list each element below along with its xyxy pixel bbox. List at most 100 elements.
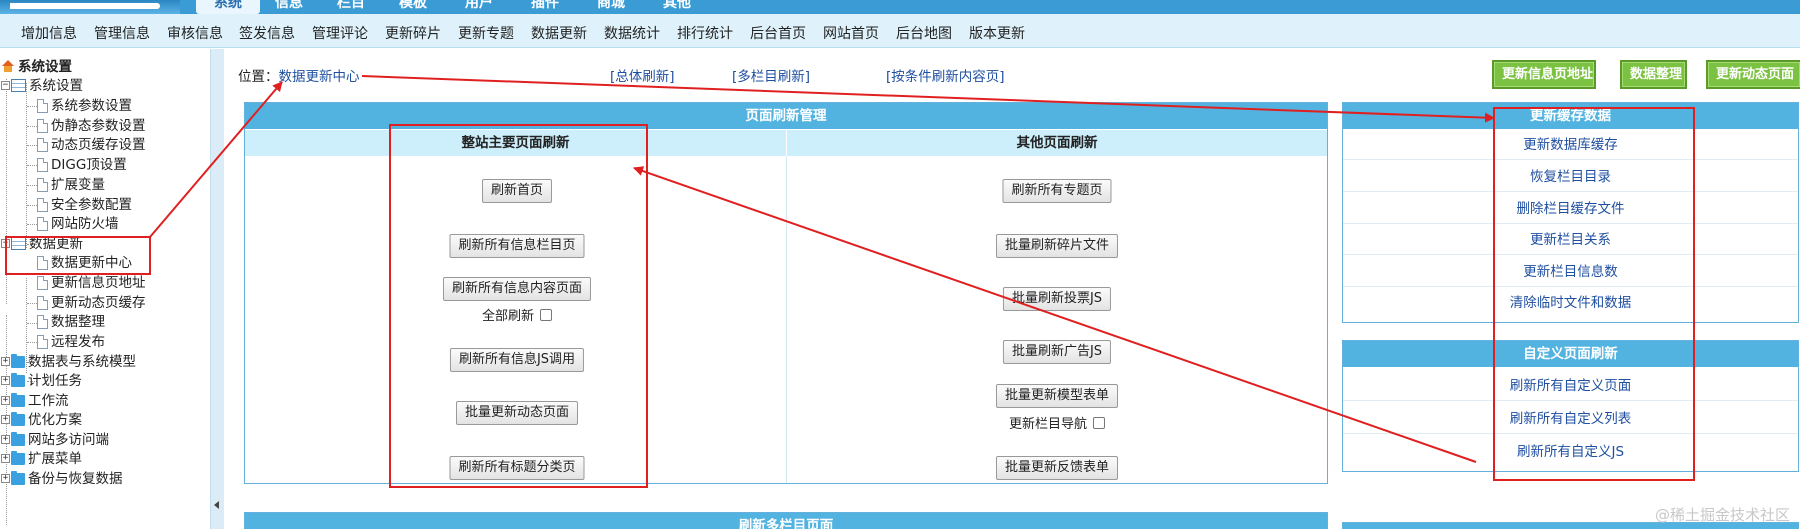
batch-refresh-ad-js-button[interactable]: 批量刷新广告JS	[1002, 340, 1112, 364]
refresh-all-content-button[interactable]: 刷新所有信息内容页面	[442, 277, 592, 301]
page-refresh-panel-title: 页面刷新管理	[245, 103, 1327, 129]
tab-plugin[interactable]: 插件	[522, 0, 568, 14]
breadcrumb-current[interactable]: 数据更新中心	[279, 69, 360, 85]
tree-item-data-update-center[interactable]: 数据更新中心	[37, 254, 132, 272]
expand-icon[interactable]: +	[1, 435, 10, 444]
batch-update-dynamic-button[interactable]: 批量更新动态页面	[455, 401, 579, 425]
cache-item-column-relations[interactable]: 更新栏目关系	[1343, 225, 1798, 255]
batch-refresh-vote-js-button[interactable]: 批量刷新投票JS	[1002, 287, 1112, 311]
tree-item-remote-publish[interactable]: 远程发布	[37, 333, 105, 351]
tree-folder-schedule[interactable]: + 计划任务	[1, 372, 82, 390]
page-icon	[37, 217, 48, 231]
tree-item-update-dynamic-cache[interactable]: 更新动态页缓存	[37, 294, 146, 312]
tree-folder-tables[interactable]: + 数据表与系统模型	[1, 353, 136, 371]
nav-manage-comments[interactable]: 管理评论	[312, 23, 368, 43]
folder-icon	[11, 451, 25, 465]
page-icon	[37, 138, 48, 152]
batch-update-feedback-button[interactable]: 批量更新反馈表单	[995, 456, 1119, 480]
expand-icon[interactable]: +	[1, 454, 10, 463]
page-icon	[37, 198, 48, 212]
checkbox[interactable]	[540, 309, 553, 321]
nav-sign-info[interactable]: 签发信息	[239, 23, 295, 43]
custom-refresh-js[interactable]: 刷新所有自定义JS	[1343, 437, 1798, 467]
nav-add-info[interactable]: 增加信息	[21, 23, 77, 43]
expand-icon[interactable]: +	[1, 376, 10, 385]
cache-item-column-counts[interactable]: 更新栏目信息数	[1343, 257, 1798, 287]
nav-admin-map[interactable]: 后台地图	[896, 23, 952, 43]
nav-manage-info[interactable]: 管理信息	[94, 23, 150, 43]
nav-review-info[interactable]: 审核信息	[167, 23, 223, 43]
cache-item-delete-column-cache[interactable]: 删除栏目缓存文件	[1343, 194, 1798, 224]
folder-icon	[11, 373, 25, 387]
data-cleanup-button[interactable]: 数据整理	[1620, 60, 1687, 89]
folder-icon	[11, 412, 25, 426]
custom-refresh-pages[interactable]: 刷新所有自定义页面	[1343, 371, 1798, 401]
tree-item-extend-vars[interactable]: 扩展变量	[37, 176, 105, 194]
expand-icon[interactable]: +	[1, 396, 10, 405]
nav-update-topics[interactable]: 更新专题	[458, 23, 514, 43]
custom-refresh-lists[interactable]: 刷新所有自定义列表	[1343, 404, 1798, 434]
tree-item-security[interactable]: 安全参数配置	[37, 196, 132, 214]
tab-template[interactable]: 模板	[390, 0, 436, 14]
cache-item-restore-dirs[interactable]: 恢复栏目目录	[1343, 162, 1798, 192]
nav-update-fragments[interactable]: 更新碎片	[385, 23, 441, 43]
tree-item-update-info-url[interactable]: 更新信息页地址	[37, 274, 146, 292]
batch-update-model-form-button[interactable]: 批量更新模型表单	[995, 384, 1119, 408]
nav-version-update[interactable]: 版本更新	[969, 23, 1025, 43]
update-info-url-button[interactable]: 更新信息页地址	[1492, 60, 1596, 89]
tree-item-firewall[interactable]: 网站防火墙	[37, 215, 119, 233]
refresh-home-button[interactable]: 刷新首页	[481, 179, 553, 203]
tree-group-system-settings[interactable]: − 系统设置	[1, 77, 83, 95]
update-column-nav-checkbox[interactable]: 更新栏目导航	[1009, 413, 1106, 432]
refresh-all-js-button[interactable]: 刷新所有信息JS调用	[449, 348, 585, 372]
page-refresh-panel: 页面刷新管理 整站主要页面刷新 其他页面刷新 刷新首页 刷新所有信息栏目页 刷新…	[244, 102, 1328, 484]
nav-rank-stats[interactable]: 排行统计	[677, 23, 733, 43]
sidebar-splitter[interactable]	[210, 49, 224, 529]
nav-data-update[interactable]: 数据更新	[531, 23, 587, 43]
tree-item-rewrite-params[interactable]: 伪静态参数设置	[37, 117, 146, 135]
collapse-arrow-icon[interactable]	[214, 501, 219, 509]
refresh-all-columns-button[interactable]: 刷新所有信息栏目页	[449, 234, 585, 258]
expand-icon[interactable]: +	[1, 357, 10, 366]
refresh-title-category-button[interactable]: 刷新所有标题分类页	[449, 456, 585, 480]
expand-icon[interactable]: +	[1, 415, 10, 424]
tree-folder-workflow[interactable]: + 工作流	[1, 392, 69, 410]
folder-icon	[11, 471, 25, 485]
tab-info[interactable]: 信息	[266, 0, 312, 14]
tab-other[interactable]: 其他	[654, 0, 700, 14]
expand-icon[interactable]: +	[1, 474, 10, 483]
tree-item-digg[interactable]: DIGG顶设置	[37, 156, 127, 174]
tab-system[interactable]: 系统	[196, 0, 260, 14]
page-icon	[37, 315, 48, 329]
refresh-all-checkbox[interactable]: 全部刷新	[482, 305, 553, 324]
page-icon	[37, 119, 48, 133]
tree-group-data-update[interactable]: − 数据更新	[1, 235, 83, 253]
tree-folder-optimize[interactable]: + 优化方案	[1, 411, 82, 429]
refresh-all-topics-button[interactable]: 刷新所有专题页	[1002, 179, 1112, 203]
cache-item-clear-temp[interactable]: 清除临时文件和数据	[1343, 288, 1798, 318]
nav-data-stats[interactable]: 数据统计	[604, 23, 660, 43]
folder-icon	[11, 432, 25, 446]
batch-refresh-fragments-button[interactable]: 批量刷新碎片文件	[995, 234, 1119, 258]
tab-column[interactable]: 栏目	[328, 0, 374, 14]
update-dynamic-pages-button[interactable]: 更新动态页面	[1706, 60, 1800, 89]
cache-item-db[interactable]: 更新数据库缓存	[1343, 130, 1798, 160]
checkbox[interactable]	[1093, 417, 1106, 429]
link-multi-column-refresh[interactable]: [多栏目刷新]	[732, 65, 810, 85]
tree-folder-backup[interactable]: + 备份与恢复数据	[1, 470, 123, 488]
tree-item-system-params[interactable]: 系统参数设置	[37, 97, 132, 115]
tree-item-dynamic-cache[interactable]: 动态页缓存设置	[37, 136, 146, 154]
tree-item-data-cleanup[interactable]: 数据整理	[37, 313, 105, 331]
tab-user[interactable]: 用户	[456, 0, 502, 14]
collapse-icon[interactable]: −	[1, 81, 10, 90]
tree-folder-extend-menu[interactable]: + 扩展菜单	[1, 450, 82, 468]
tree-folder-multi-access[interactable]: + 网站多访问端	[1, 431, 109, 449]
page-icon	[37, 335, 48, 349]
link-conditional-refresh[interactable]: [按条件刷新内容页]	[886, 65, 1005, 85]
nav-admin-home[interactable]: 后台首页	[750, 23, 806, 43]
tree-root[interactable]: 系统设置	[1, 58, 72, 76]
link-overall-refresh[interactable]: [总体刷新]	[610, 65, 675, 85]
tab-shop[interactable]: 商城	[588, 0, 634, 14]
nav-site-home[interactable]: 网站首页	[823, 23, 879, 43]
collapse-icon[interactable]: −	[1, 239, 10, 248]
